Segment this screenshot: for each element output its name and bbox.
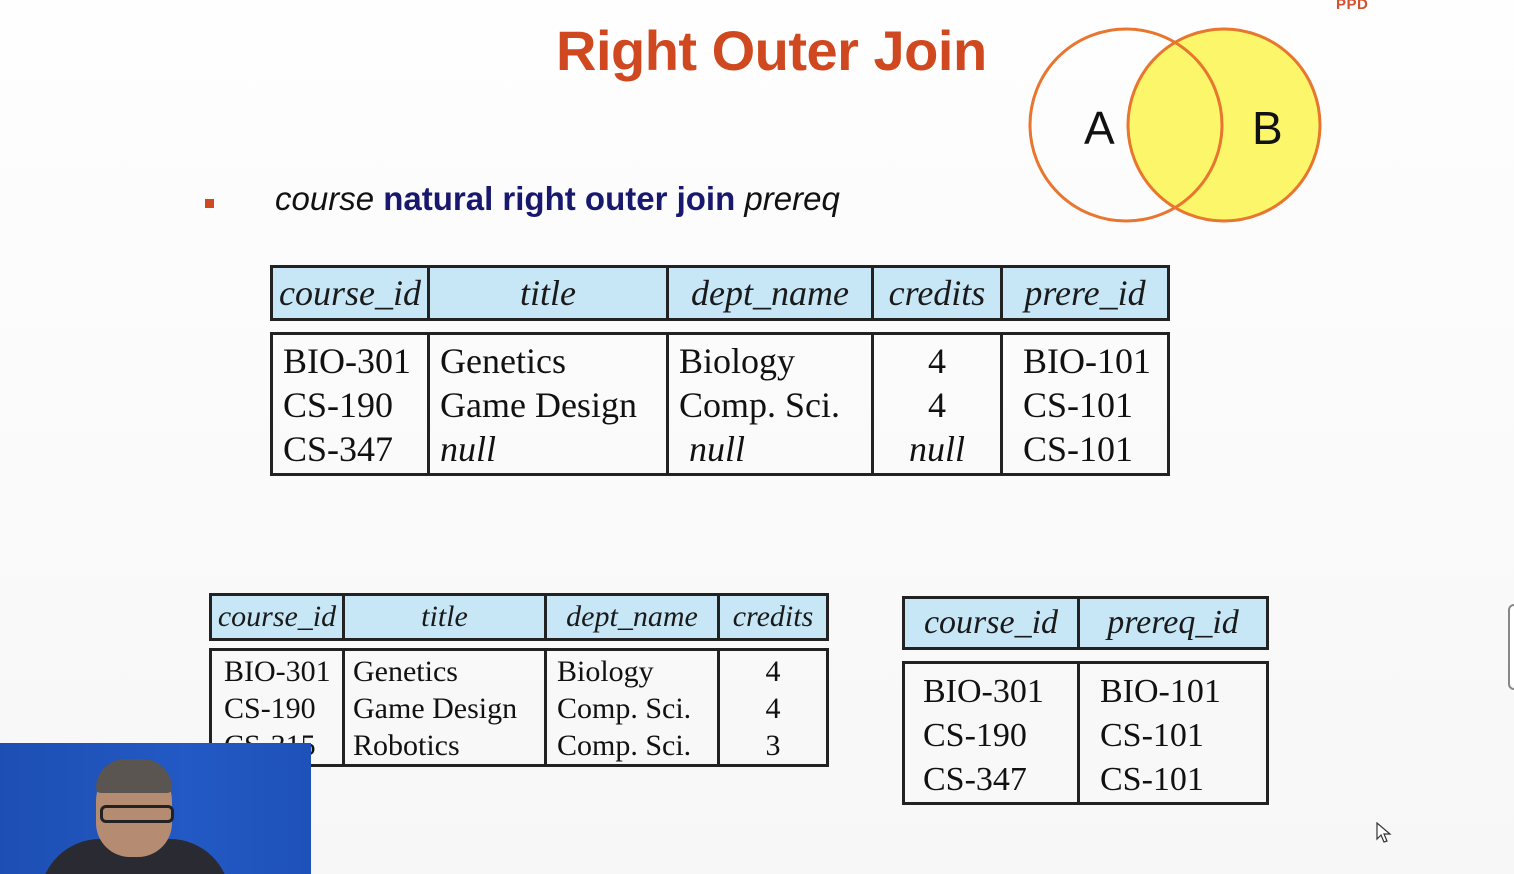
prereq-header-prereq-id: prereq_id xyxy=(1080,596,1269,650)
table-cell: Genetics xyxy=(440,341,566,381)
result-header-dept-name: dept_name xyxy=(669,265,874,321)
result-header-course-id: course_id xyxy=(270,265,430,321)
table-cell: Comp. Sci. xyxy=(557,692,692,725)
table-cell: Comp. Sci. xyxy=(679,385,841,425)
table-cell: CS-190 xyxy=(283,385,394,425)
null-cell: null xyxy=(440,429,497,469)
course-header-course-id: course_id xyxy=(209,593,345,641)
result-col-dept-name: Biology Comp. Sci. null xyxy=(669,332,874,476)
null-cell: null xyxy=(689,429,746,469)
table-cell: Comp. Sci. xyxy=(557,729,692,762)
result-header-credits: credits xyxy=(874,265,1003,321)
null-cell: null xyxy=(908,429,965,469)
course-header-title: title xyxy=(345,593,547,641)
presenter-webcam xyxy=(0,743,311,874)
ppd-logo: PPD xyxy=(1336,0,1369,13)
result-col-credits: 4 4 null xyxy=(874,332,1003,476)
bullet-icon xyxy=(205,199,214,208)
course-header-credits: credits xyxy=(720,593,829,641)
result-table: course_id title dept_name credits prere_… xyxy=(270,265,1170,476)
table-cell: BIO-301 xyxy=(923,673,1044,710)
result-header-prereq-id: prere_id xyxy=(1003,265,1170,321)
table-cell: BIO-101 xyxy=(1100,673,1221,710)
prereq-header-course-id: course_id xyxy=(902,596,1080,650)
table-cell: Biology xyxy=(679,341,796,381)
table-cell: Game Design xyxy=(353,692,518,725)
course-table: course_id title dept_name credits BIO-30… xyxy=(209,593,829,767)
table-cell: 4 xyxy=(765,655,781,688)
table-cell: CS-101 xyxy=(1100,761,1204,798)
result-col-prereq-id: BIO-101 CS-101 CS-101 xyxy=(1003,332,1170,476)
prereq-table: course_id prereq_id BIO-301 CS-190 CS-34… xyxy=(902,596,1269,805)
join-operator: natural right outer join xyxy=(383,180,736,217)
relation-prereq: prereq xyxy=(744,180,840,217)
table-cell: CS-101 xyxy=(1100,717,1204,754)
mouse-cursor-icon xyxy=(1376,822,1392,843)
table-cell: Robotics xyxy=(353,729,460,762)
table-cell: 4 xyxy=(928,385,946,425)
table-cell: 4 xyxy=(928,341,946,381)
table-cell: 4 xyxy=(765,692,781,725)
side-panel-handle[interactable] xyxy=(1508,604,1514,690)
table-cell: CS-190 xyxy=(923,717,1027,754)
venn-circle-b xyxy=(1126,27,1322,223)
relation-course: course xyxy=(275,180,375,217)
course-col-dept-name: Biology Comp. Sci. Comp. Sci. xyxy=(547,648,720,767)
presenter-glasses xyxy=(100,805,174,823)
table-cell: CS-101 xyxy=(1023,429,1134,469)
table-cell: Genetics xyxy=(353,655,458,688)
table-cell: CS-190 xyxy=(224,692,316,725)
table-cell: BIO-101 xyxy=(1023,341,1151,381)
course-col-title: Genetics Game Design Robotics xyxy=(345,648,547,767)
table-cell: CS-347 xyxy=(283,429,394,469)
course-header-dept-name: dept_name xyxy=(547,593,720,641)
presenter-hair xyxy=(96,759,172,793)
table-cell: 3 xyxy=(765,729,781,762)
table-cell: CS-347 xyxy=(923,761,1027,798)
result-col-title: Genetics Game Design null xyxy=(430,332,669,476)
venn-label-a: A xyxy=(1084,102,1115,154)
prereq-col-prereq-id: BIO-101 CS-101 CS-101 xyxy=(1080,661,1269,805)
result-header-title: title xyxy=(430,265,669,321)
prereq-col-course-id: BIO-301 CS-190 CS-347 xyxy=(902,661,1080,805)
result-col-course-id: BIO-301 CS-190 CS-347 xyxy=(270,332,430,476)
venn-label-b: B xyxy=(1252,102,1283,154)
table-cell: Game Design xyxy=(440,385,637,425)
table-cell: Biology xyxy=(557,655,654,688)
table-cell: BIO-301 xyxy=(283,341,411,381)
table-cell: BIO-301 xyxy=(224,655,331,688)
slide-title: Right Outer Join xyxy=(556,19,987,82)
venn-diagram: A B xyxy=(1028,27,1322,223)
course-col-credits: 4 4 3 xyxy=(720,648,829,767)
bullet-text: course natural right outer join prereq xyxy=(275,180,840,218)
table-cell: CS-101 xyxy=(1023,385,1134,425)
